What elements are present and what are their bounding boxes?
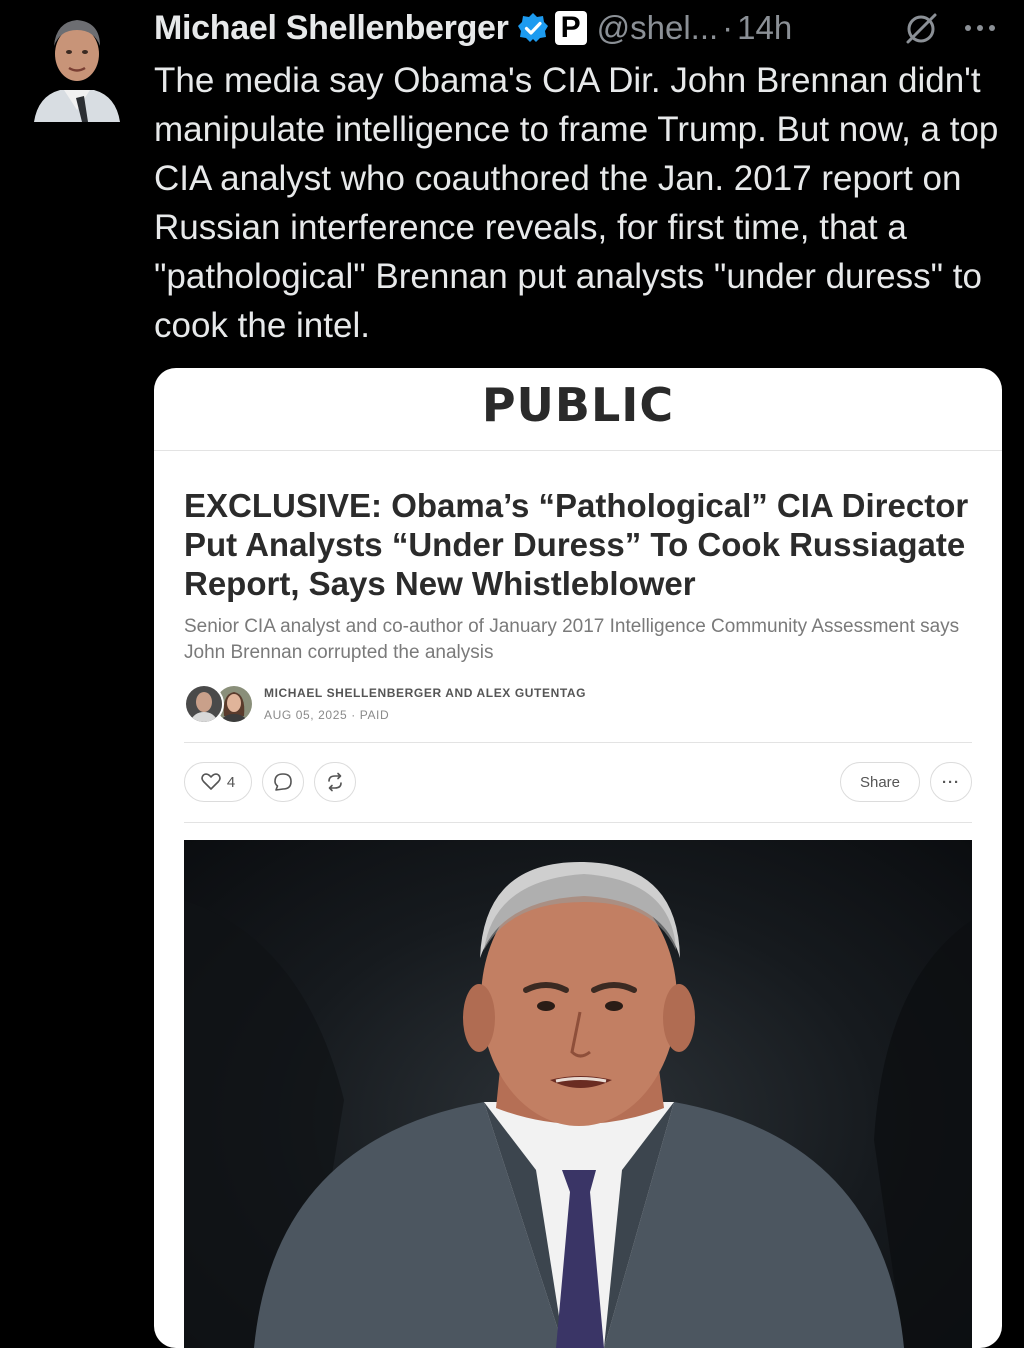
header-separator: · (722, 9, 734, 46)
comment-button[interactable] (262, 762, 304, 802)
verified-badge-icon[interactable] (517, 12, 549, 44)
more-dots-icon: ··· (942, 773, 960, 791)
publish-date: AUG 05, 2025 (264, 708, 348, 722)
share-button[interactable]: Share (840, 762, 920, 802)
author-avatar[interactable] (34, 10, 120, 122)
byline-authors[interactable]: MICHAEL SHELLENBERGER AND ALEX GUTENTAG (264, 686, 586, 700)
heart-icon (201, 773, 221, 790)
share-label: Share (859, 773, 901, 791)
article-hero-image[interactable] (184, 840, 972, 1348)
access-label: PAID (359, 708, 390, 722)
divider (184, 822, 972, 823)
tweet-text: The media say Obama's CIA Dir. John Bren… (154, 61, 999, 345)
divider (184, 742, 972, 743)
more-icon[interactable] (962, 16, 998, 40)
card-more-button[interactable]: ··· (930, 762, 972, 802)
article-title[interactable]: EXCLUSIVE: Obama’s “Pathological” CIA Di… (184, 486, 974, 603)
comment-icon (274, 773, 292, 791)
tweet-header: Michael Shellenberger P @shel... · 14h (154, 6, 1014, 50)
restack-icon (328, 772, 342, 792)
meta-separator: · (351, 708, 356, 722)
affiliate-badge[interactable]: P (554, 11, 587, 45)
restack-button[interactable] (314, 762, 356, 802)
article-subtitle: Senior CIA analyst and co-author of Janu… (184, 616, 960, 663)
author-name[interactable]: Michael Shellenberger (154, 9, 509, 48)
like-button[interactable]: 4 (184, 762, 252, 802)
byline-meta: AUG 05, 2025 · PAID (264, 708, 389, 722)
author-photo[interactable] (184, 684, 224, 724)
publication-logo[interactable]: PUBLIC (482, 378, 674, 432)
tweet-timestamp[interactable]: 14h (737, 9, 792, 47)
author-handle[interactable]: @shel... (597, 9, 719, 47)
grok-icon[interactable] (904, 10, 940, 46)
byline-avatars (184, 684, 256, 724)
publication-header: PUBLIC (154, 368, 1002, 451)
like-count: 4 (226, 773, 236, 791)
link-preview-card[interactable]: PUBLIC EXCLUSIVE: Obama’s “Pathological”… (154, 368, 1002, 1348)
